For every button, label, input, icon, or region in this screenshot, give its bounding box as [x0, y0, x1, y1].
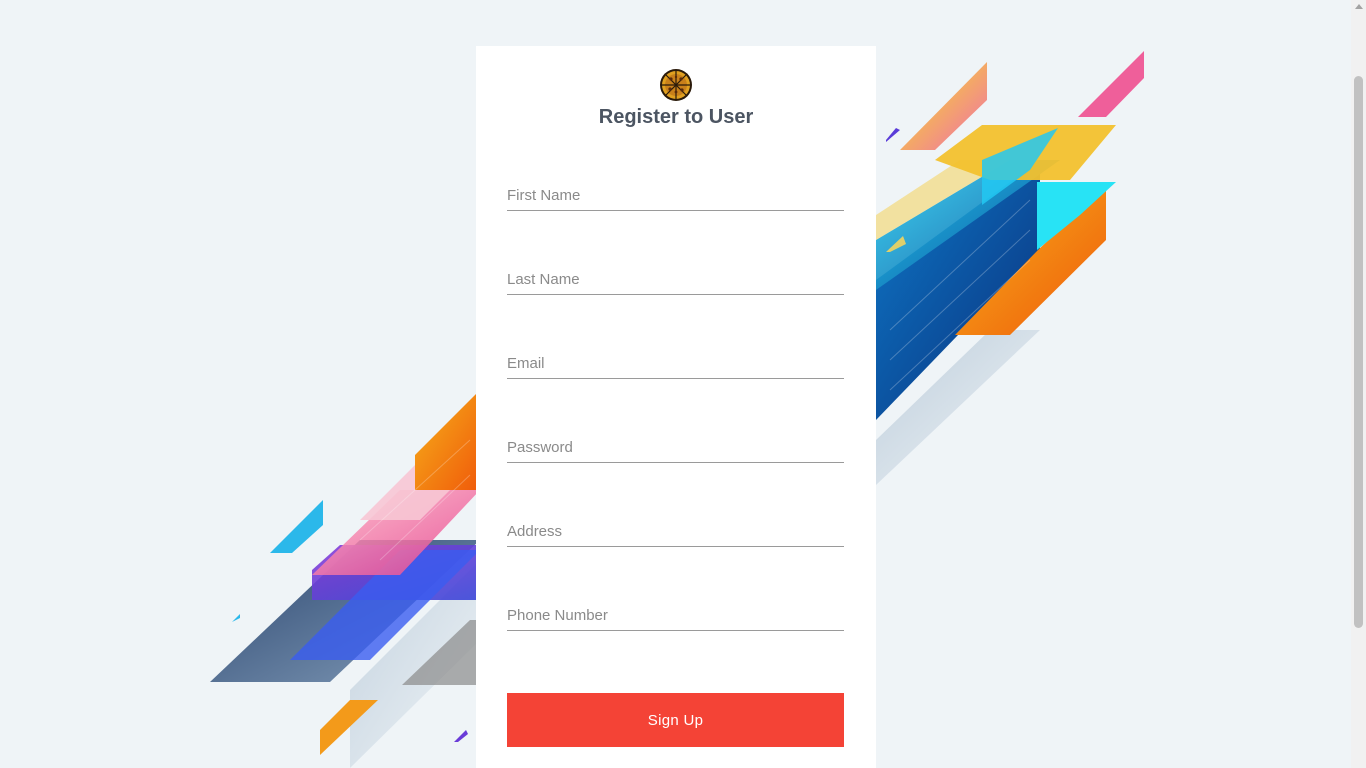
register-card: Register to User Sign Up [476, 46, 876, 768]
phone-number-field [507, 590, 844, 631]
last-name-field [507, 254, 844, 295]
email-field [507, 338, 844, 379]
last-name-input[interactable] [507, 271, 844, 288]
pizza-icon [660, 69, 692, 101]
password-field [507, 422, 844, 463]
phone-number-input[interactable] [507, 607, 844, 624]
page-title: Register to User [598, 106, 754, 128]
scroll-up-arrow-icon[interactable] [1355, 4, 1363, 9]
email-input[interactable] [507, 355, 844, 372]
first-name-input[interactable] [507, 187, 844, 204]
sign-up-button[interactable]: Sign Up [507, 693, 844, 747]
page-scrollbar[interactable] [1351, 0, 1366, 768]
password-input[interactable] [507, 439, 844, 456]
address-input[interactable] [507, 523, 844, 540]
first-name-field [507, 170, 844, 211]
address-field [507, 506, 844, 547]
page: Register to User Sign Up [0, 0, 1366, 768]
scrollbar-thumb[interactable] [1354, 76, 1363, 628]
